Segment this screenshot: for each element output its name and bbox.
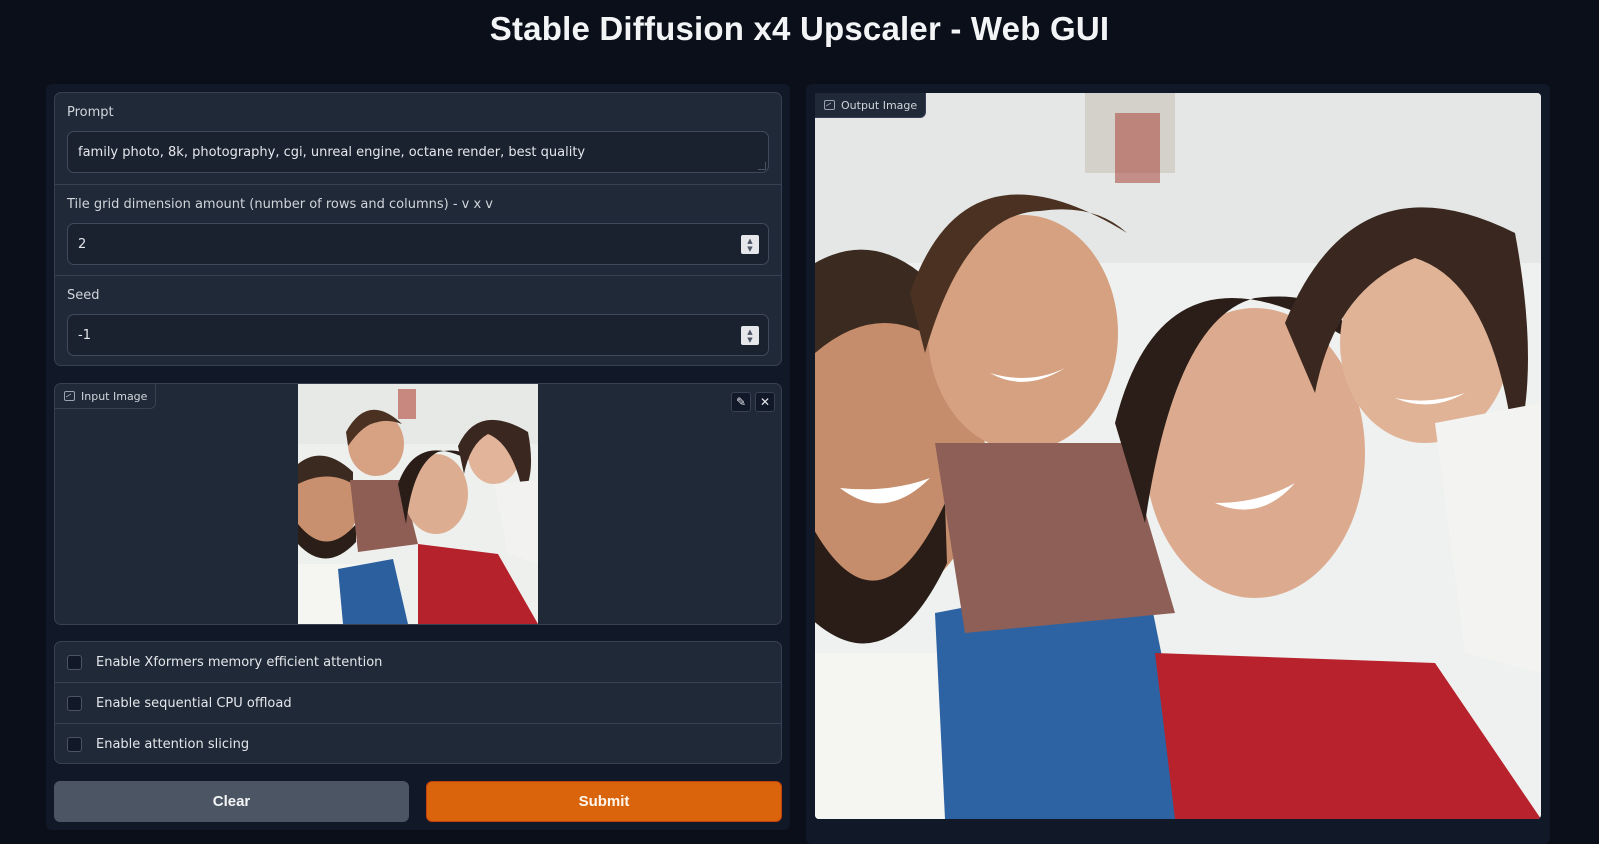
option-label: Enable Xformers memory efficient attenti… (96, 654, 383, 670)
option-label: Enable sequential CPU offload (96, 695, 292, 711)
pencil-icon[interactable]: ✎ (731, 392, 751, 412)
checkbox[interactable] (67, 654, 82, 670)
options-panel: Enable Xformers memory efficient attenti… (54, 641, 782, 764)
prompt-group: Prompt family photo, 8k, photography, cg… (55, 93, 781, 185)
option-cpu-offload[interactable]: Enable sequential CPU offload (55, 683, 781, 724)
output-image (815, 93, 1541, 819)
tile-grid-label: Tile grid dimension amount (number of ro… (67, 197, 493, 212)
tile-grid-input[interactable]: 2 ▲ ▼ (67, 223, 769, 265)
seed-input[interactable]: -1 ▲ ▼ (67, 314, 769, 356)
input-image-badge: Input Image (55, 384, 157, 409)
number-stepper-icon[interactable]: ▲ ▼ (741, 235, 759, 254)
seed-value: -1 (78, 327, 91, 343)
option-xformers[interactable]: Enable Xformers memory efficient attenti… (55, 642, 781, 683)
image-icon (824, 100, 835, 110)
input-image-label: Input Image (81, 389, 148, 403)
parameters-panel: Prompt family photo, 8k, photography, cg… (54, 92, 782, 366)
prompt-input[interactable]: family photo, 8k, photography, cgi, unre… (67, 131, 769, 173)
input-image-preview (298, 384, 538, 624)
seed-label: Seed (67, 288, 100, 303)
number-stepper-icon[interactable]: ▲ ▼ (741, 326, 759, 345)
tile-grid-group: Tile grid dimension amount (number of ro… (55, 185, 781, 276)
checkbox[interactable] (67, 737, 82, 752)
option-attention-slicing[interactable]: Enable attention slicing (55, 724, 781, 763)
seed-group: Seed -1 ▲ ▼ (55, 276, 781, 365)
prompt-label: Prompt (67, 105, 114, 120)
tile-grid-value: 2 (78, 236, 87, 252)
option-label: Enable attention slicing (96, 737, 250, 752)
image-icon (64, 391, 75, 401)
output-image-label: Output Image (841, 98, 918, 112)
prompt-value: family photo, 8k, photography, cgi, unre… (78, 144, 586, 160)
clear-button[interactable]: Clear (54, 781, 409, 822)
page-title: Stable Diffusion x4 Upscaler - Web GUI (489, 10, 1110, 47)
resize-grip-icon[interactable] (758, 162, 766, 170)
checkbox[interactable] (67, 695, 82, 711)
close-icon[interactable]: ✕ (755, 392, 775, 412)
output-image-badge: Output Image (815, 93, 927, 118)
submit-button[interactable]: Submit (426, 781, 782, 822)
